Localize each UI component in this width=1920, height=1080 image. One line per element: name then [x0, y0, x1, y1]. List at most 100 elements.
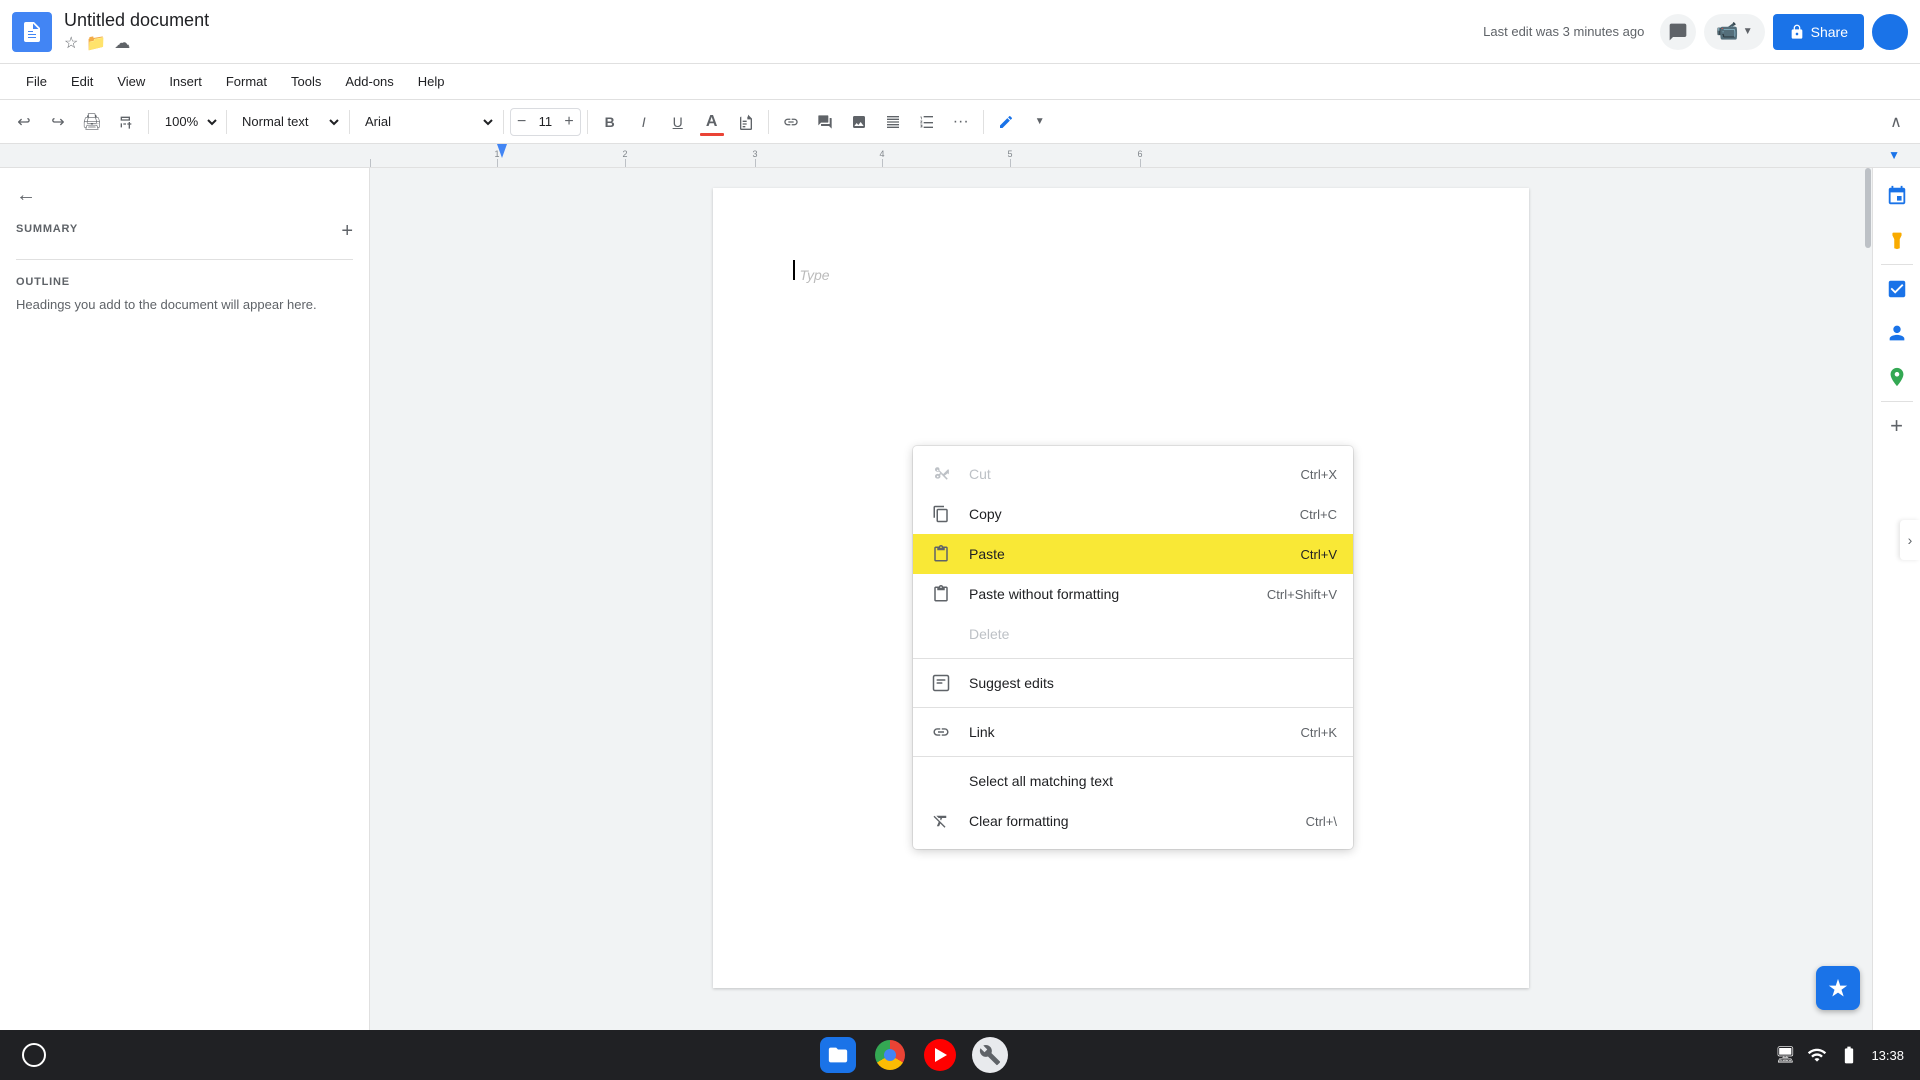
ctx-cut[interactable]: Cut Ctrl+X	[913, 454, 1353, 494]
menu-format[interactable]: Format	[216, 70, 277, 93]
outline-title: OUTLINE	[16, 276, 70, 288]
paste-plain-icon	[929, 582, 953, 606]
ruler-label-4: 4	[879, 149, 884, 159]
contacts-icon[interactable]	[1877, 313, 1917, 353]
underline-button[interactable]: U	[662, 106, 694, 138]
zoom-select[interactable]: 100% 75% 125% 150%	[155, 108, 220, 136]
ctx-paste-plain[interactable]: Paste without formatting Ctrl+Shift+V	[913, 574, 1353, 614]
ctx-cut-label: Cut	[969, 466, 1301, 482]
toolbar-divider-2	[226, 110, 227, 134]
doc-title[interactable]: Untitled document	[64, 10, 1475, 31]
pen-dropdown[interactable]: ▼	[1024, 106, 1056, 138]
wifi-icon	[1807, 1045, 1827, 1065]
content-area: ← SUMMARY + OUTLINE Headings you add to …	[0, 168, 1920, 1030]
app-icon[interactable]	[12, 12, 52, 52]
share-button[interactable]: Share	[1773, 14, 1864, 50]
summary-add-button[interactable]: +	[341, 220, 353, 243]
taskbar-chrome-icon[interactable]	[872, 1037, 908, 1073]
star-icon[interactable]: ☆	[64, 33, 78, 53]
user-avatar[interactable]	[1872, 14, 1908, 50]
sidebar-back[interactable]: ←	[16, 184, 353, 207]
scrollbar[interactable]	[1864, 168, 1872, 1030]
ctx-paste-label: Paste	[969, 546, 1301, 562]
style-select[interactable]: Normal text Heading 1 Heading 2	[233, 108, 343, 136]
more-button[interactable]: ···	[945, 106, 977, 138]
ctx-divider-1	[913, 658, 1353, 659]
ctx-paste-plain-label: Paste without formatting	[969, 586, 1267, 602]
ctx-divider-3	[913, 756, 1353, 757]
list-button[interactable]	[911, 106, 943, 138]
ctx-select-all[interactable]: Select all matching text	[913, 761, 1353, 801]
maps-icon[interactable]	[1877, 357, 1917, 397]
keep-icon[interactable]	[1877, 220, 1917, 260]
print-button[interactable]: 🖨	[76, 106, 108, 138]
ctx-paste-plain-shortcut: Ctrl+Shift+V	[1267, 587, 1337, 602]
ctx-link[interactable]: Link Ctrl+K	[913, 712, 1353, 752]
cloud-icon[interactable]: ☁	[114, 33, 130, 53]
italic-button[interactable]: I	[628, 106, 660, 138]
side-expand-arrow[interactable]: ›	[1900, 520, 1920, 560]
taskbar-display-icon[interactable]: 🖥	[1775, 1045, 1795, 1065]
meet-chevron: ▼	[1743, 26, 1753, 37]
font-select[interactable]: Arial Times New Roman Courier New	[356, 108, 497, 136]
ruler-label-6: 6	[1137, 149, 1142, 159]
menu-bar: File Edit View Insert Format Tools Add-o…	[0, 64, 1920, 100]
sidebar: ← SUMMARY + OUTLINE Headings you add to …	[0, 168, 370, 1030]
doc-cursor	[793, 260, 795, 280]
tasks-icon[interactable]	[1877, 269, 1917, 309]
cut-icon	[929, 462, 953, 486]
menu-edit[interactable]: Edit	[61, 70, 103, 93]
comment-button[interactable]	[809, 106, 841, 138]
ruler-label-5: 5	[1007, 149, 1012, 159]
text-color-underline	[700, 133, 724, 136]
taskbar: 🖥 13:38	[0, 1030, 1920, 1080]
taskbar-files-icon[interactable]	[820, 1037, 856, 1073]
decrease-font-button[interactable]: −	[515, 114, 528, 130]
redo-button[interactable]: ↪	[42, 106, 74, 138]
ctx-copy[interactable]: Copy Ctrl+C	[913, 494, 1353, 534]
scrollbar-thumb[interactable]	[1865, 168, 1871, 248]
collapse-button[interactable]: ∧	[1880, 106, 1912, 138]
add-app-icon[interactable]: +	[1877, 406, 1917, 446]
pen-button[interactable]	[990, 106, 1022, 138]
text-color-label: A	[706, 113, 718, 131]
meet-button[interactable]: 📹 ▼	[1704, 14, 1764, 50]
ctx-delete[interactable]: Delete	[913, 614, 1353, 654]
undo-button[interactable]: ↩	[8, 106, 40, 138]
top-bar: Untitled document ☆ 📁 ☁ Last edit was 3 …	[0, 0, 1920, 64]
align-button[interactable]	[877, 106, 909, 138]
menu-view[interactable]: View	[107, 70, 155, 93]
image-button[interactable]	[843, 106, 875, 138]
folder-icon[interactable]: 📁	[86, 33, 106, 53]
share-label: Share	[1811, 24, 1848, 40]
menu-file[interactable]: File	[16, 70, 57, 93]
toolbar-divider-7	[983, 110, 984, 134]
taskbar-circle-btn[interactable]	[16, 1037, 52, 1073]
paint-format-button[interactable]	[110, 106, 142, 138]
ai-assistant-button[interactable]	[1816, 966, 1860, 1010]
ctx-paste[interactable]: Paste Ctrl+V	[913, 534, 1353, 574]
font-size-input[interactable]	[530, 114, 560, 129]
ruler-label-1: 1	[494, 149, 499, 159]
summary-title: SUMMARY	[16, 223, 78, 235]
bold-button[interactable]: B	[594, 106, 626, 138]
menu-tools[interactable]: Tools	[281, 70, 331, 93]
link-button[interactable]	[775, 106, 807, 138]
delete-icon	[929, 622, 953, 646]
taskbar-youtube-icon[interactable]	[924, 1039, 956, 1071]
doc-placeholder: Type	[799, 267, 829, 283]
text-color-button[interactable]: A	[696, 106, 728, 138]
taskbar-tools-icon[interactable]	[972, 1037, 1008, 1073]
doc-canvas-area[interactable]: Type Cut Ctrl+X Copy Ctrl+C	[370, 168, 1872, 1030]
menu-addons[interactable]: Add-ons	[335, 70, 403, 93]
menu-insert[interactable]: Insert	[159, 70, 212, 93]
comments-button[interactable]	[1660, 14, 1696, 50]
link-ctx-icon	[929, 720, 953, 744]
calendar-icon[interactable]	[1877, 176, 1917, 216]
ctx-suggest[interactable]: Suggest edits	[913, 663, 1353, 703]
ctx-clear-format[interactable]: Clear formatting Ctrl+\	[913, 801, 1353, 841]
menu-help[interactable]: Help	[408, 70, 455, 93]
highlight-button[interactable]	[730, 106, 762, 138]
increase-font-button[interactable]: +	[562, 114, 575, 130]
ctx-link-label: Link	[969, 724, 1301, 740]
